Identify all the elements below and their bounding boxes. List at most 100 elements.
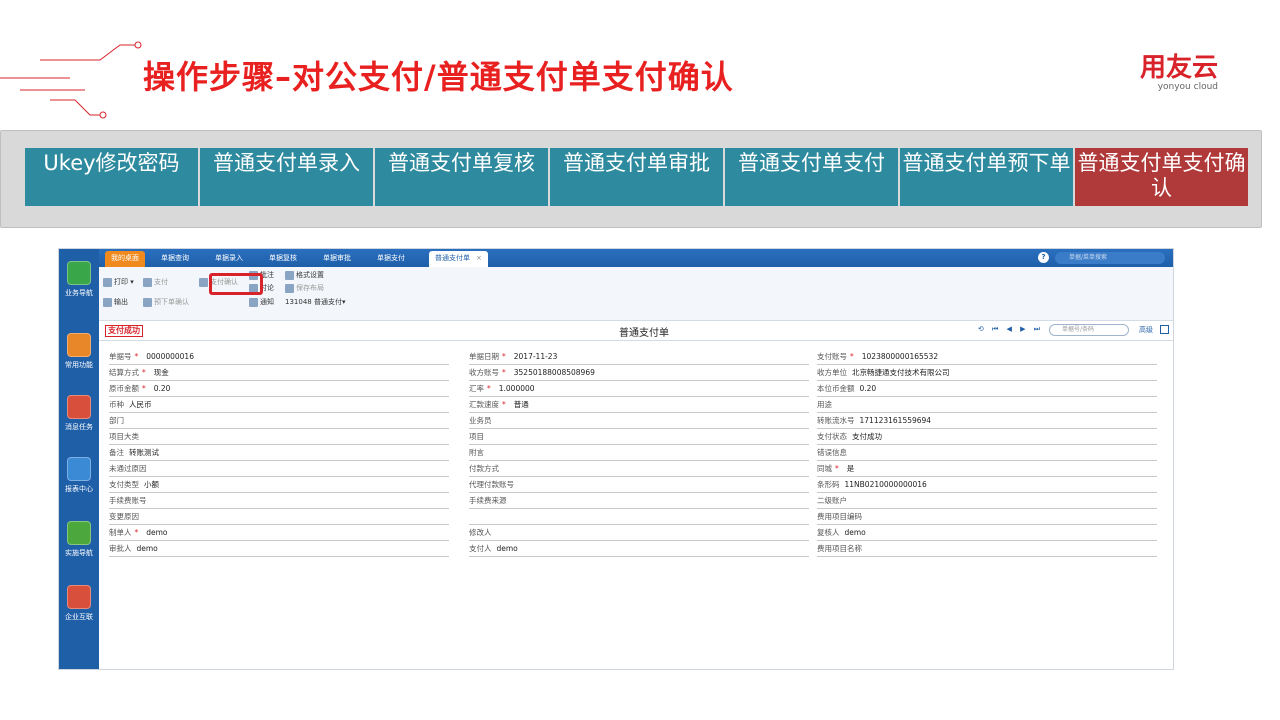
format-label: 格式设置 [296, 271, 324, 279]
form-field-row[interactable]: 收方账号 * 35250188008508969 [469, 365, 809, 381]
field-value: 普通 [513, 400, 529, 409]
form-header: 支付成功 普通支付单 ⟲ ⏮ ◀ ▶ ⏭ 单据号/条码 高级 [99, 321, 1173, 341]
advanced-link[interactable]: 高级 [1139, 325, 1153, 335]
form-field-row[interactable]: 错误信息 [817, 445, 1157, 461]
form-field-row[interactable]: 汇款速度 * 普通 [469, 397, 809, 413]
form-field-row[interactable]: 汇率 * 1.000000 [469, 381, 809, 397]
field-value: 11NB0210000000016 [844, 480, 927, 489]
format-icon [285, 270, 294, 280]
left-nav: 业务导航 常用功能 消息任务 报表中心 实施导航 企业互联 [59, 249, 99, 669]
pay-icon [143, 277, 152, 287]
field-value: 0.20 [859, 384, 877, 393]
field-label: 支付账号 [817, 352, 847, 361]
form-field-row[interactable]: 支付账号 * 1023800000165532 [817, 349, 1157, 365]
required-marker: * [502, 400, 506, 409]
form-field-row[interactable]: 手续费来源 [469, 493, 809, 509]
notify-label: 通知 [260, 298, 274, 306]
tab-desktop[interactable]: 我的桌面 [105, 251, 145, 267]
tab-entry[interactable]: 单据录入 [209, 251, 249, 267]
field-label: 转账流水号 [817, 416, 855, 425]
close-icon[interactable]: × [476, 254, 482, 262]
step-payment-preorder: 普通支付单预下单 [900, 148, 1073, 206]
form-field-row[interactable]: 支付状态 支付成功 [817, 429, 1157, 445]
print-button[interactable]: 打印 ▾ [103, 277, 134, 287]
field-label: 业务员 [469, 416, 492, 425]
nav-enterprise[interactable]: 企业互联 [61, 585, 97, 622]
nav-label: 实施导航 [65, 549, 93, 557]
form-field-row[interactable]: 支付类型 小额 [109, 477, 449, 493]
grid-icon[interactable] [1160, 325, 1169, 334]
status-stamp: 支付成功 [105, 325, 143, 337]
tab-pay[interactable]: 单据支付 [371, 251, 411, 267]
form-field-row[interactable]: 结算方式 * 现金 [109, 365, 449, 381]
nav-reports[interactable]: 报表中心 [61, 457, 97, 494]
form-field-row[interactable]: 付款方式 [469, 461, 809, 477]
field-label: 收方单位 [817, 368, 847, 377]
form-field-row[interactable]: 收方单位 北京畅捷通支付技术有限公司 [817, 365, 1157, 381]
form-field-row[interactable]: 项目大类 [109, 429, 449, 445]
field-column-right: 支付账号 * 1023800000165532 收方单位 北京畅捷通支付技术有限公司 本位… [817, 349, 1157, 557]
nav-label: 报表中心 [65, 485, 93, 493]
form-field-row[interactable]: 转账流水号 171123161559694 [817, 413, 1157, 429]
required-marker: * [850, 352, 854, 361]
nav-label: 消息任务 [65, 423, 93, 431]
tab-query[interactable]: 单据查询 [155, 251, 195, 267]
required-marker: * [502, 368, 506, 377]
form-field-row[interactable]: 费用项目编码 [817, 509, 1157, 525]
form-field-row[interactable]: 修改人 [469, 525, 809, 541]
field-label: 制单人 [109, 528, 132, 537]
nav-messages[interactable]: 消息任务 [61, 395, 97, 432]
form-field-row[interactable]: 原币金额 * 0.20 [109, 381, 449, 397]
save-layout-button[interactable]: 保存布局 [285, 283, 324, 293]
form-field-row[interactable]: 复核人 demo [817, 525, 1157, 541]
template-select[interactable]: 131048 普通支付▾ [285, 297, 345, 307]
form-field-row[interactable]: 制单人 * demo [109, 525, 449, 541]
tab-review[interactable]: 单据复核 [263, 251, 303, 267]
form-field-row[interactable]: 代理付款账号 [469, 477, 809, 493]
required-marker: * [502, 352, 506, 361]
form-field-row[interactable]: 费用项目名称 [817, 541, 1157, 557]
field-label: 单据日期 [469, 352, 499, 361]
format-set-button[interactable]: 格式设置 [285, 270, 324, 280]
nav-favorites[interactable]: 常用功能 [61, 333, 97, 370]
field-label: 错误信息 [817, 448, 847, 457]
tab-payment-order[interactable]: 普通支付单 × [429, 251, 488, 267]
form-field-row[interactable]: 支付人 demo [469, 541, 809, 557]
form-field-row[interactable]: 用途 [817, 397, 1157, 413]
form-field-row[interactable]: 条形码 11NB0210000000016 [817, 477, 1157, 493]
form-field-row[interactable]: 审批人 demo [109, 541, 449, 557]
nav-business[interactable]: 业务导航 [61, 261, 97, 298]
form-field-row[interactable]: 单据日期 * 2017-11-23 [469, 349, 809, 365]
export-button[interactable]: 输出 [103, 297, 128, 307]
form-field-row[interactable]: 部门 [109, 413, 449, 429]
preorder-confirm-button[interactable]: 预下单确认 [143, 297, 189, 307]
form-field-row[interactable]: 变更原因 [109, 509, 449, 525]
field-label: 手续费账号 [109, 496, 147, 505]
slide: 操作步骤–对公支付/普通支付单支付确认 用友云 yonyou cloud Uke… [0, 0, 1280, 720]
record-nav-arrows[interactable]: ⟲ ⏮ ◀ ▶ ⏭ [978, 325, 1043, 334]
field-label: 费用项目编码 [817, 512, 862, 521]
form-search-input[interactable]: 单据号/条码 [1049, 324, 1129, 336]
form-field-row[interactable]: 币种 人民币 [109, 397, 449, 413]
form-field-row[interactable]: 单据号 * 0000000016 [109, 349, 449, 365]
form-field-row[interactable] [469, 509, 809, 525]
form-field-row[interactable]: 本位币金额 0.20 [817, 381, 1157, 397]
nav-implementation[interactable]: 实施导航 [61, 521, 97, 558]
form-field-row[interactable]: 二级账户 [817, 493, 1157, 509]
form-field-row[interactable]: 备注 转账测试 [109, 445, 449, 461]
help-icon[interactable]: ? [1038, 252, 1049, 263]
form-field-row[interactable]: 项目 [469, 429, 809, 445]
field-label: 条形码 [817, 480, 840, 489]
pay-button[interactable]: 支付 [143, 277, 168, 287]
form-field-row[interactable]: 附言 [469, 445, 809, 461]
form-field-row[interactable]: 未通过原因 [109, 461, 449, 477]
global-search-input[interactable]: 单据/菜单搜索 [1055, 252, 1165, 264]
compass-icon [67, 521, 91, 545]
form-field-row[interactable]: 业务员 [469, 413, 809, 429]
form-field-row[interactable]: 手续费账号 [109, 493, 449, 509]
nav-label: 企业互联 [65, 613, 93, 621]
form-field-row[interactable]: 同城 * 是 [817, 461, 1157, 477]
notify-button[interactable]: 通知 [249, 297, 274, 307]
tab-approval[interactable]: 单据审批 [317, 251, 357, 267]
field-label: 原币金额 [109, 384, 139, 393]
